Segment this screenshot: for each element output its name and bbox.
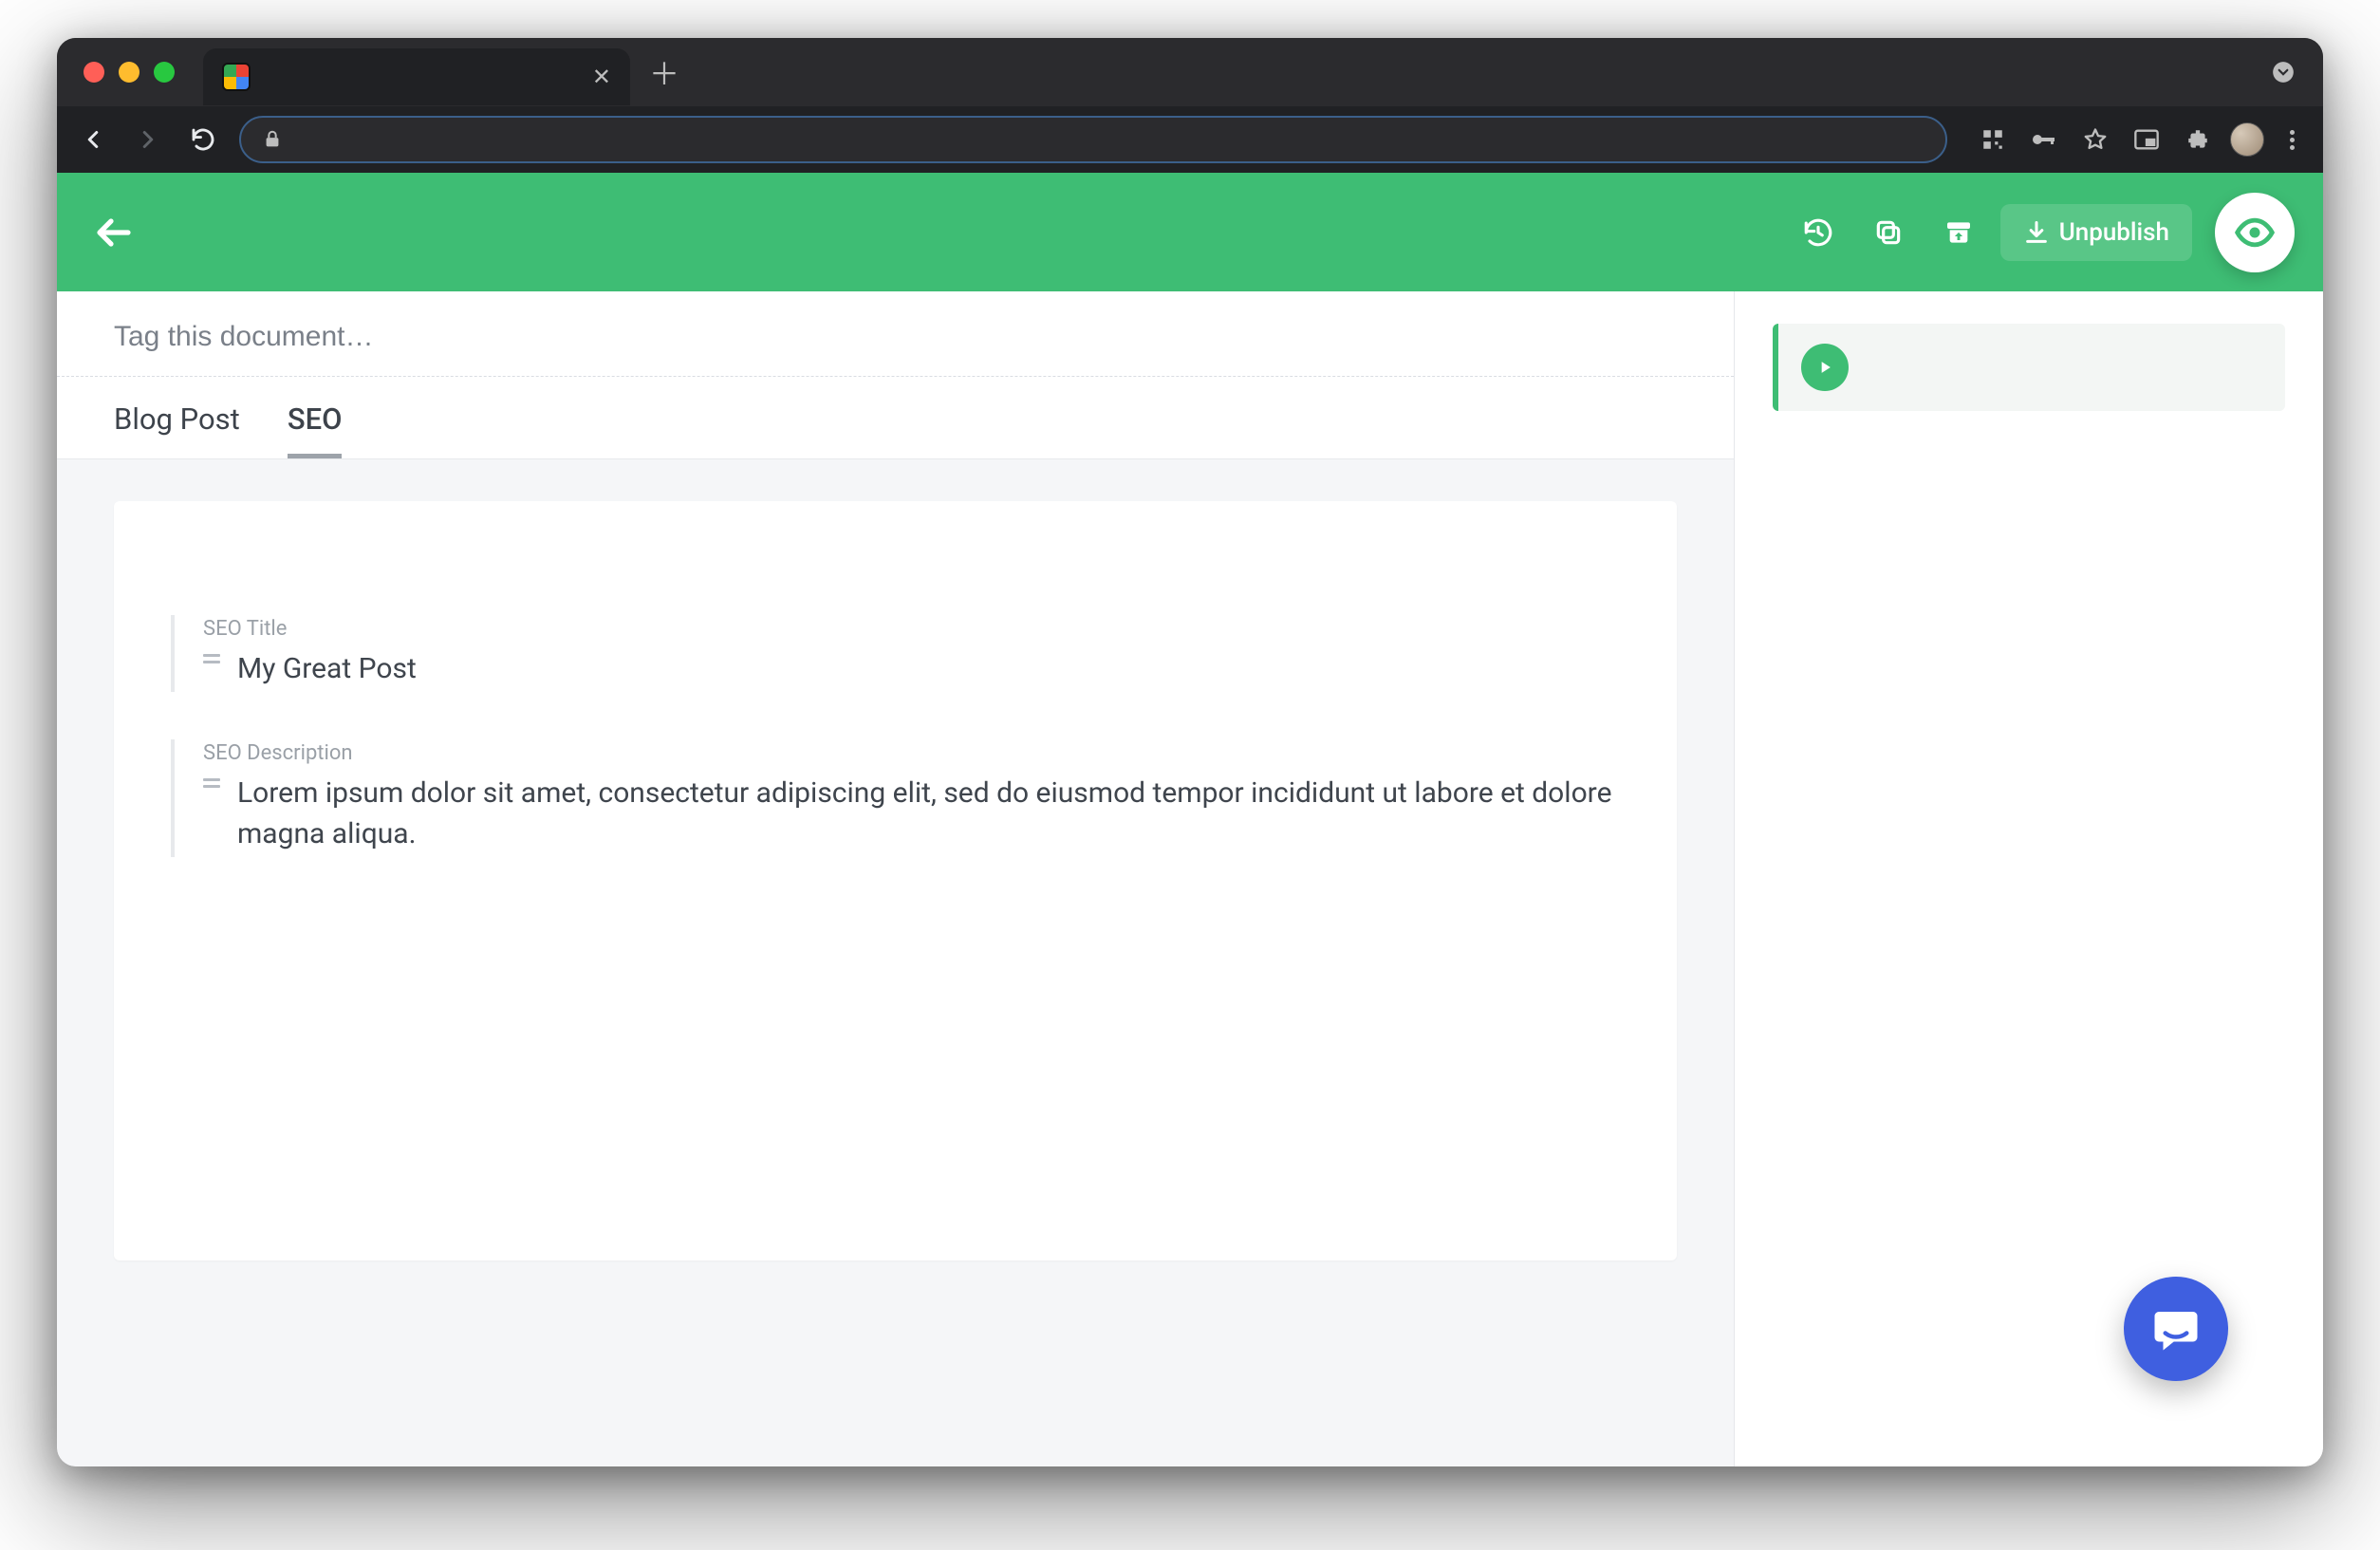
key-icon[interactable]: [2025, 121, 2063, 159]
browser-forward-button[interactable]: [129, 121, 167, 159]
app-back-button[interactable]: [57, 173, 169, 291]
window-zoom-button[interactable]: [154, 62, 175, 83]
lock-icon: [262, 129, 283, 150]
field-label: SEO Title: [203, 617, 1620, 641]
qr-icon[interactable]: [1974, 121, 2012, 159]
tabs-row: Blog Post SEO: [57, 377, 1734, 459]
tab-seo[interactable]: SEO: [288, 402, 343, 458]
download-icon: [2023, 219, 2050, 246]
extensions-icon[interactable]: [2179, 121, 2217, 159]
intercom-chat-button[interactable]: [2124, 1277, 2228, 1381]
profile-avatar[interactable]: [2230, 122, 2264, 157]
content-row: Blog Post SEO SEO Title My Great Post: [57, 291, 2323, 1466]
play-circle-icon: [1801, 344, 1849, 391]
drag-handle-icon[interactable]: [203, 778, 220, 788]
drag-handle-icon[interactable]: [203, 654, 220, 663]
pip-icon[interactable]: [2128, 121, 2166, 159]
archive-button[interactable]: [1930, 204, 1987, 261]
chevron-down-circle-icon[interactable]: [2264, 53, 2302, 91]
browser-toolbar: [57, 106, 2323, 173]
unpublish-label: Unpublish: [2059, 218, 2169, 247]
tab-favicon-icon: [222, 63, 251, 91]
copy-button[interactable]: [1860, 204, 1917, 261]
address-bar-url: [296, 118, 1924, 161]
tab-blog-post[interactable]: Blog Post: [114, 402, 240, 458]
seo-title-value[interactable]: My Great Post: [237, 648, 417, 690]
toolbar-right-icons: [1964, 121, 2306, 159]
seo-description-value[interactable]: Lorem ipsum dolor sit amet, consectetur …: [237, 773, 1620, 855]
browser-reload-button[interactable]: [184, 121, 222, 159]
field-seo-title[interactable]: SEO Title My Great Post: [171, 615, 1620, 692]
preview-button[interactable]: [2215, 193, 2295, 272]
eye-icon: [2234, 212, 2276, 253]
field-seo-description[interactable]: SEO Description Lorem ipsum dolor sit am…: [171, 739, 1620, 857]
browser-menu-button[interactable]: [2278, 130, 2306, 150]
new-tab-button[interactable]: ＋: [649, 50, 679, 94]
tab-close-icon[interactable]: ✕: [592, 64, 611, 90]
chat-icon: [2150, 1303, 2202, 1354]
star-icon[interactable]: [2076, 121, 2114, 159]
window-controls: [57, 62, 203, 83]
app-header: Unpublish: [57, 173, 2323, 291]
browser-window: ✕ ＋: [57, 38, 2323, 1466]
browser-tabbar: ✕ ＋: [57, 38, 2323, 106]
browser-back-button[interactable]: [74, 121, 112, 159]
tag-document-input[interactable]: [114, 321, 1677, 353]
tag-row: [57, 291, 1734, 377]
side-column: [1735, 291, 2323, 1466]
main-column: Blog Post SEO SEO Title My Great Post: [57, 291, 1735, 1466]
editor-card: SEO Title My Great Post SEO Description: [114, 501, 1677, 1261]
field-label: SEO Description: [203, 741, 1620, 765]
history-button[interactable]: [1790, 204, 1847, 261]
window-minimize-button[interactable]: [119, 62, 139, 83]
app-viewport: Unpublish Blog Post SEO: [57, 173, 2323, 1466]
browser-tab-active[interactable]: ✕: [203, 48, 630, 105]
window-close-button[interactable]: [84, 62, 104, 83]
address-bar[interactable]: [239, 116, 1947, 163]
side-publish-card[interactable]: [1773, 324, 2285, 411]
unpublish-button[interactable]: Unpublish: [2000, 204, 2192, 261]
editor-area: SEO Title My Great Post SEO Description: [57, 459, 1734, 1466]
